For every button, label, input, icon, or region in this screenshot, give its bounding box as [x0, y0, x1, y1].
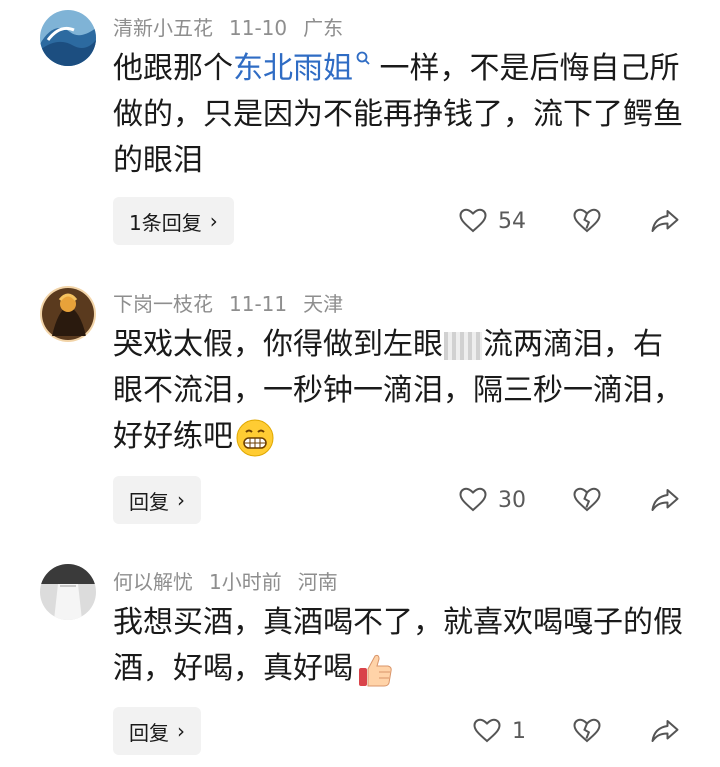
username[interactable]: 清新小五花	[113, 16, 213, 40]
comment-date: 11-10	[229, 16, 288, 40]
broken-heart-icon	[573, 718, 601, 743]
comment-location: 广东	[303, 16, 344, 40]
comment-meta: 何以解忧 1小时前 河南	[113, 566, 354, 595]
comment-location: 天津	[303, 292, 344, 316]
thumbs-up-emoji	[359, 654, 392, 686]
broken-heart-icon	[573, 208, 601, 233]
comment-actions: 30	[0, 480, 720, 520]
like-button[interactable]: 1	[472, 711, 526, 751]
comment-actions: 54	[0, 201, 720, 241]
comment-text: 哭戏太假，你得做到左眼 流两滴泪，右眼不流泪，一秒钟一滴泪，隔三秒一滴泪，好好练吧	[113, 322, 683, 460]
comment-text: 他跟那个东北雨姐 一样，不是后悔自己所做的，只是因为不能再挣钱了，流下了鳄鱼的眼…	[113, 51, 683, 178]
avatar[interactable]	[40, 10, 96, 66]
heart-outline-icon	[459, 208, 487, 233]
search-icon[interactable]	[356, 51, 370, 67]
broken-heart-icon	[573, 487, 601, 512]
share-arrow-icon	[651, 720, 679, 742]
like-button[interactable]: 54	[458, 201, 526, 241]
comment-meta: 清新小五花 11-10 广东	[113, 12, 359, 41]
dislike-button[interactable]	[572, 480, 602, 520]
share-arrow-icon	[651, 210, 679, 232]
share-arrow-icon	[651, 489, 679, 511]
dislike-button[interactable]	[572, 201, 602, 241]
username[interactable]: 何以解忧	[113, 570, 193, 594]
topic-link[interactable]: 东北雨姐	[233, 51, 353, 86]
comment-date: 1小时前	[209, 570, 282, 594]
share-button[interactable]	[650, 711, 680, 751]
censored-text	[444, 331, 482, 360]
comment-meta: 下岗一枝花 11-11 天津	[113, 288, 359, 317]
avatar[interactable]	[40, 564, 96, 620]
heart-outline-icon	[459, 487, 487, 512]
like-count: 30	[498, 487, 526, 513]
username[interactable]: 下岗一枝花	[113, 292, 213, 316]
comment-date: 11-11	[229, 292, 288, 316]
comment-actions: 1	[0, 711, 720, 751]
share-button[interactable]	[650, 201, 680, 241]
heart-outline-icon	[473, 718, 501, 743]
grinning-face-emoji	[236, 419, 274, 456]
like-count: 1	[512, 718, 526, 744]
share-button[interactable]	[650, 480, 680, 520]
like-button[interactable]: 30	[458, 480, 526, 520]
dislike-button[interactable]	[572, 711, 602, 751]
comment-text: 我想买酒，真酒喝不了，就喜欢喝嘎子的假酒，好喝，真好喝	[113, 600, 683, 692]
comment-location: 河南	[297, 570, 338, 594]
like-count: 54	[498, 208, 526, 234]
avatar[interactable]	[40, 286, 96, 342]
